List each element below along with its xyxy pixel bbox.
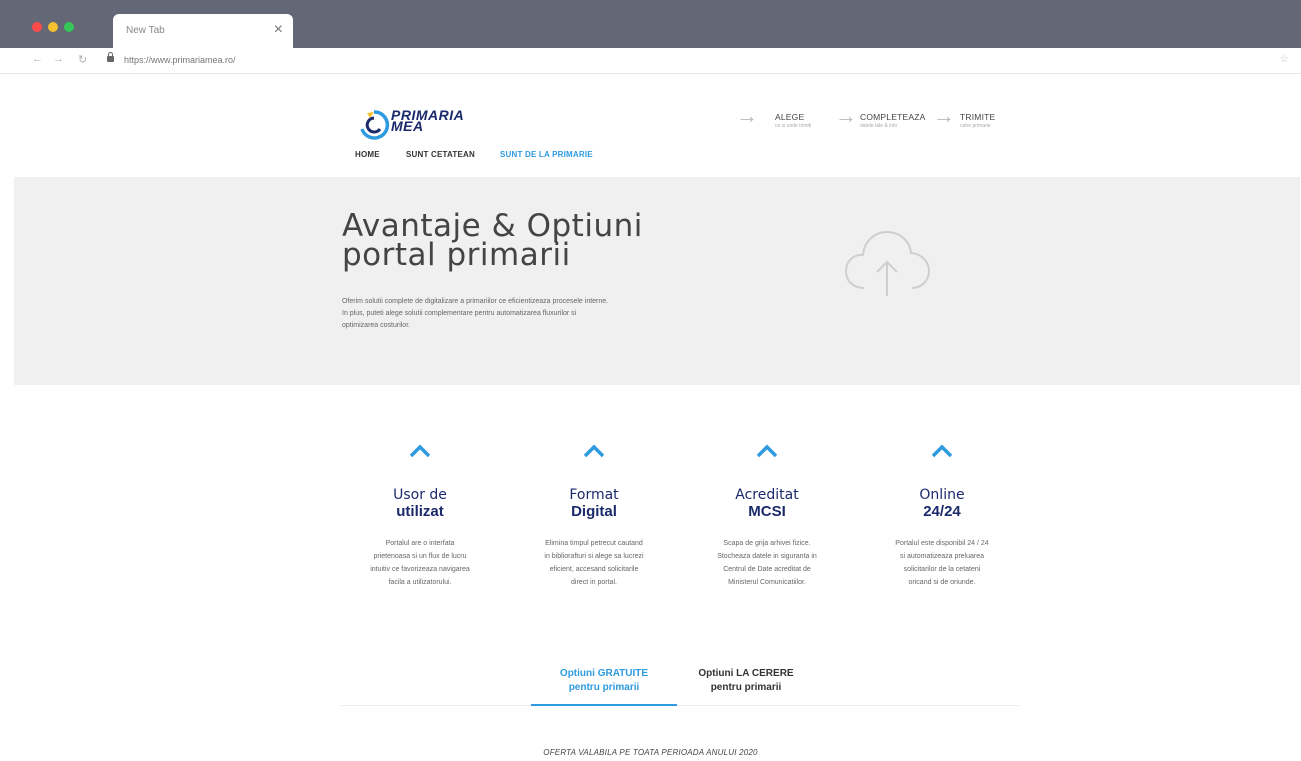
feature-desc-line: Portalul este disponibil 24 / 24 [895,540,989,547]
step-alege-title: ALEGE [775,112,805,122]
feature-desc-line: eficient, accesand solicitarile [549,566,639,573]
feature-desc-line: oricand si de oriunde. [908,579,976,586]
cloud-upload-icon [844,230,931,296]
chevron-up-icon [931,444,953,458]
logo-icon[interactable] [358,109,390,141]
feature-title-bold: utilizat [396,503,444,520]
tab-optiuni-la-cerere[interactable]: Optiuni LA CERERE pentru primarii [673,667,819,695]
maximize-window-button[interactable] [64,22,74,32]
feature-description: Elimina timpul petrecut cautand in bibli… [512,537,676,589]
feature-desc-line: Portalul are o interfata [385,540,455,547]
feature-title-bold: MCSI [748,503,786,520]
hero-description: Oferim solutii complete de digitalizare … [342,296,742,332]
minimize-window-button[interactable] [48,22,58,32]
tab-label-line-2: pentru primarii [710,682,782,693]
logo-text[interactable]: PRIMARIA MEA [391,108,464,133]
chevron-up-icon [756,444,778,458]
step-completeaza-title: COMPLETEAZA [860,112,926,122]
hero-title: Avantaje & Optiuni portal primarii [342,211,643,273]
tab-label-line-1: Optiuni LA CERERE [698,668,794,679]
feature-title: Online [919,487,965,503]
feature-desc-line: Stocheaza datele in siguranta in [717,553,817,560]
feature-title-bold: Digital [571,503,617,520]
feature-desc-line: facila a utilizatorului. [388,579,452,586]
arrow-right-icon: → [736,103,758,128]
hero-desc-line-1: Oferim solutii complete de digitalizare … [342,298,609,305]
hero-desc-line-2: In plus, puteti alege solutii complement… [342,310,577,317]
back-icon[interactable]: ← [32,53,43,65]
feature-description: Portalul are o interfata prietenoasa si … [338,537,502,589]
close-window-button[interactable] [32,22,42,32]
bookmark-star-icon[interactable]: ☆ [1280,54,1289,65]
feature-desc-line: intuitiv ce favorizeaza navigarea [370,566,470,573]
feature-desc-line: in bibliorafturi si alege sa lucrezi [544,553,644,560]
nav-sunt-de-la-primarie[interactable]: SUNT DE LA PRIMARIE [500,150,593,159]
tab-label-line-2: pentru primarii [568,682,640,693]
hero-desc-line-3: optimizarea costurilor. [342,322,411,329]
feature-description: Scapa de grija arhivei fizice. Stocheaza… [685,537,849,589]
chevron-up-icon [409,444,431,458]
browser-tab[interactable]: New Tab × [113,14,293,48]
tab-optiuni-gratuite[interactable]: Optiuni GRATUITE pentru primarii [531,667,677,695]
tabs-divider [341,705,1019,706]
address-bar: ← → ↻ https://www.primariamea.ro/ ☆ [0,48,1301,74]
feature-description: Portalul este disponibil 24 / 24 si auto… [860,537,1024,589]
active-tab-indicator [531,704,677,706]
feature-title: Acreditat [735,487,799,503]
chevron-up-icon [583,444,605,458]
feature-desc-line: Centrul de Date acreditat de [723,566,811,573]
feature-title: Usor de [393,487,447,503]
browser-titlebar: New Tab × [0,0,1301,48]
arrow-right-icon: → [933,103,955,128]
feature-title: Format [569,487,619,503]
feature-title-bold: 24/24 [923,503,961,520]
arrow-right-icon: → [835,103,857,128]
feature-desc-line: Ministerul Comunicatiilor. [728,579,806,586]
url-field[interactable]: https://www.primariamea.ro/ [124,55,236,65]
feature-desc-line: direct in portal. [571,579,617,586]
feature-desc-line: Scapa de grija arhivei fizice. [723,540,811,547]
step-trimite-title: TRIMITE [960,112,996,122]
nav-home[interactable]: HOME [355,150,380,159]
step-completeaza-subtitle: datele tale & info [860,123,898,129]
hero-section [14,177,1300,385]
offer-note: OFERTA VALABILA PE TOATA PERIOADA ANULUI… [543,748,758,757]
lock-icon [107,52,114,62]
feature-desc-line: si automatizeaza preluarea [899,553,985,560]
nav-sunt-cetatean[interactable]: SUNT CETATEAN [406,150,475,159]
feature-desc-line: prietenoasa si un flux de lucru [373,553,467,560]
forward-icon[interactable]: → [53,53,64,65]
feature-desc-line: Elimina timpul petrecut cautand [545,540,643,547]
reload-icon[interactable]: ↻ [78,53,87,66]
feature-desc-line: solicitarilor de la cetateni [903,566,981,573]
step-trimite-subtitle: catre primarie [960,123,991,129]
hero-title-line-2: portal primarii [342,237,571,273]
tab-label-line-1: Optiuni GRATUITE [559,668,649,679]
step-alege-subtitle: ce si unde trimiti [775,123,812,129]
tab-title: New Tab [126,25,165,36]
close-icon[interactable]: × [274,20,283,40]
